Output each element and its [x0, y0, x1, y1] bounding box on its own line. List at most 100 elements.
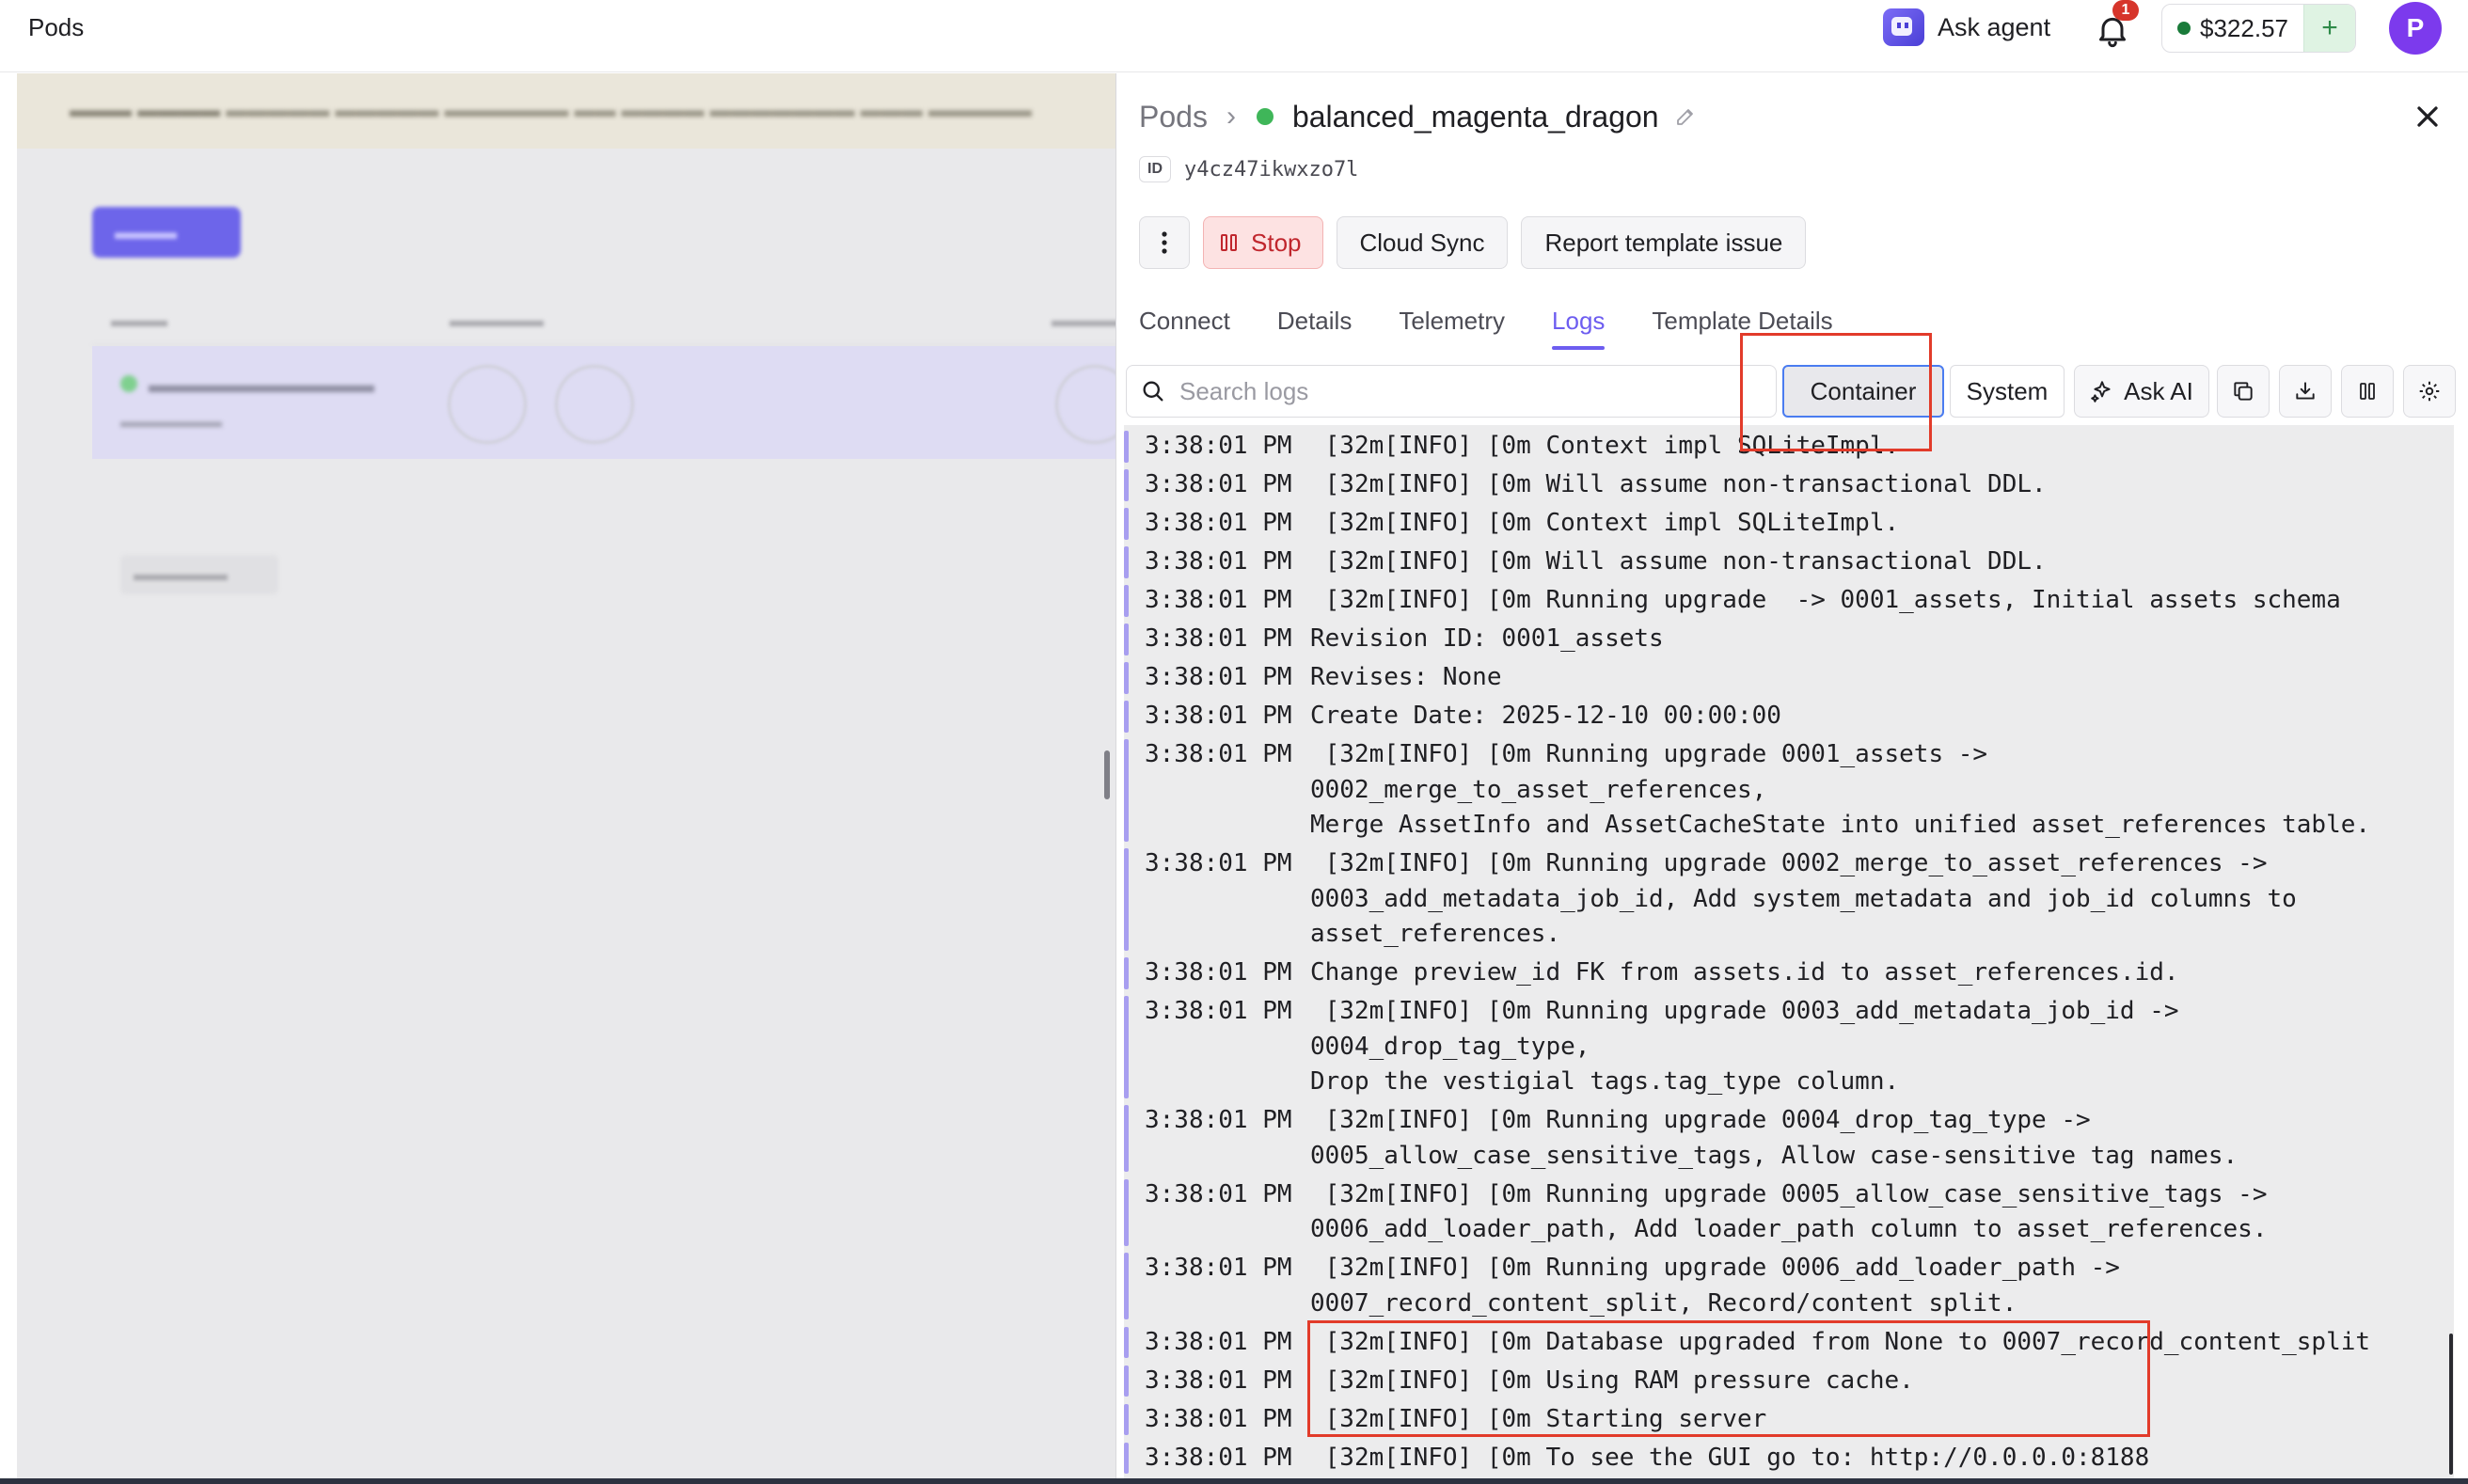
cloud-sync-button[interactable]: Cloud Sync: [1336, 216, 1509, 269]
log-line: 3:38:01 PM Revises: None: [1124, 660, 2441, 696]
user-avatar[interactable]: P: [2389, 2, 2442, 55]
background-table-row: ▬▬▬▬▬▬▬▬▬▬ ▬▬▬▬▬▬: [92, 346, 1115, 459]
tab-details[interactable]: Details: [1277, 299, 1352, 354]
balance-widget[interactable]: $322.57 +: [2161, 4, 2356, 53]
pause-logs-button[interactable]: [2341, 365, 2394, 418]
taskbar-edge: [0, 1478, 2468, 1484]
log-message: [32m[INFO] [0m To see the GUI go to: htt…: [1310, 1443, 2150, 1472]
log-message: [32m[INFO] [0m Running upgrade 0005_allo…: [1310, 1179, 2268, 1244]
log-message: [32m[INFO] [0m Running upgrade 0003_add_…: [1310, 997, 2179, 1096]
log-search-input[interactable]: [1178, 375, 1746, 407]
search-icon: [1143, 381, 1163, 402]
system-logs-toggle[interactable]: System: [1950, 365, 2065, 418]
log-timestamp: 3:38:01 PM: [1145, 1106, 1292, 1134]
background-gauge: [555, 365, 634, 444]
log-settings-button[interactable]: [2403, 365, 2456, 418]
pod-name: balanced_magenta_dragon: [1291, 99, 1659, 134]
log-line: 3:38:01 PM [32m[INFO] [0m Running upgrad…: [1124, 1177, 2441, 1248]
log-line: 3:38:01 PM [32m[INFO] [0m Context impl S…: [1124, 429, 2441, 465]
balance-amount: $322.57: [2200, 13, 2288, 42]
download-icon: [2296, 382, 2315, 400]
balance-status-dot: [2177, 22, 2191, 35]
log-message: [32m[INFO] [0m Database upgraded from No…: [1310, 1327, 2371, 1356]
pod-id-value[interactable]: y4cz47ikwxzo7l: [1184, 158, 1358, 182]
log-line: 3:38:01 PM [32m[INFO] [0m Starting serve…: [1124, 1402, 2441, 1438]
log-line: 3:38:01 PM [32m[INFO] [0m Running upgrad…: [1124, 1103, 2441, 1174]
pencil-icon[interactable]: [1674, 105, 1697, 128]
background-banner: ▬▬▬ ▬▬▬▬ ▬▬▬▬▬ ▬▬▬▬▬ ▬▬▬▬▬▬ ▬▬ ▬▬▬▬ ▬▬▬▬…: [17, 73, 1115, 149]
sparkle-icon: [2091, 381, 2111, 403]
gear-icon: [2419, 381, 2440, 402]
log-line: 3:38:01 PM [32m[INFO] [0m Will assume no…: [1124, 467, 2441, 503]
log-line: 3:38:01 PM Change preview_id FK from asse…: [1124, 955, 2441, 991]
log-message: [32m[INFO] [0m Context impl SQLiteImpl.: [1310, 509, 1900, 537]
log-timestamp: 3:38:01 PM: [1145, 1254, 1292, 1282]
log-message: [32m[INFO] [0m Running upgrade 0004_drop…: [1310, 1106, 2239, 1170]
log-line: 3:38:01 PM [32m[INFO] [0m Context impl S…: [1124, 506, 2441, 542]
log-line: 3:38:01 PM [32m[INFO] [0m Running upgrad…: [1124, 1251, 2441, 1321]
log-message: Change preview_id FK from assets.id to a…: [1310, 958, 2179, 987]
add-funds-button[interactable]: +: [2302, 5, 2355, 52]
log-timestamp: 3:38:01 PM: [1145, 432, 1292, 460]
log-message: [32m[INFO] [0m Running upgrade 0006_add_…: [1310, 1254, 2120, 1318]
background-table-header: ▬▬▬ ▬▬▬▬▬ ▬▬▬▬: [92, 293, 1115, 345]
pod-actions: Stop Cloud Sync Report template issue: [1139, 216, 1807, 269]
scrollbar-thumb[interactable]: [2449, 1334, 2453, 1475]
tab-connect[interactable]: Connect: [1139, 299, 1230, 354]
log-timestamp: 3:38:01 PM: [1145, 663, 1292, 691]
log-message: [32m[INFO] [0m Using RAM pressure cache.: [1310, 1366, 1914, 1395]
pause-icon: [1221, 234, 1237, 251]
breadcrumb: Pods › balanced_magenta_dragon: [1139, 98, 1697, 135]
log-timestamp: 3:38:01 PM: [1145, 702, 1292, 730]
log-timestamp: 3:38:01 PM: [1145, 547, 1292, 576]
background-per-page-select: ▬▬▬▬▬: [120, 555, 278, 594]
tab-logs[interactable]: Logs: [1552, 299, 1606, 354]
log-line: 3:38:01 PM [32m[INFO] [0m Will assume no…: [1124, 545, 2441, 580]
log-timestamp: 3:38:01 PM: [1145, 740, 1292, 768]
copy-icon: [2234, 382, 2253, 401]
chevron-right-icon: ›: [1226, 101, 1236, 132]
report-template-issue-button[interactable]: Report template issue: [1521, 216, 1807, 269]
log-message: Revision ID: 0001_assets: [1310, 624, 1664, 653]
container-logs-toggle[interactable]: Container: [1782, 365, 1944, 418]
columns-icon: [2360, 383, 2375, 400]
tab-template-details[interactable]: Template Details: [1652, 299, 1832, 354]
background-page-overlay[interactable]: ▬▬▬ ▬▬▬▬ ▬▬▬▬▬ ▬▬▬▬▬ ▬▬▬▬▬▬ ▬▬ ▬▬▬▬ ▬▬▬▬…: [17, 73, 1116, 1480]
log-search-box: [1126, 365, 1777, 418]
plus-icon: +: [2321, 12, 2338, 43]
stop-button[interactable]: Stop: [1203, 216, 1323, 269]
copy-logs-button[interactable]: [2217, 365, 2270, 418]
log-timestamp: 3:38:01 PM: [1145, 1327, 1292, 1356]
log-timestamp: 3:38:01 PM: [1145, 1366, 1292, 1395]
log-message: [32m[INFO] [0m Running upgrade 0002_merg…: [1310, 849, 2297, 948]
log-message: Revises: None: [1310, 663, 1502, 691]
log-message: [32m[INFO] [0m Running upgrade -> 0001_a…: [1310, 586, 2341, 614]
download-logs-button[interactable]: [2279, 365, 2332, 418]
background-pod-name: ▬▬▬▬▬▬▬▬▬▬: [120, 372, 374, 399]
kebab-menu-icon: [1162, 231, 1167, 254]
log-timestamp: 3:38:01 PM: [1145, 470, 1292, 498]
breadcrumb-pods-link[interactable]: Pods: [1139, 100, 1208, 134]
log-viewer[interactable]: 3:38:01 PM [32m[INFO] [0m Context impl S…: [1124, 425, 2454, 1480]
more-actions-button[interactable]: [1139, 216, 1190, 269]
close-icon[interactable]: [2411, 100, 2444, 134]
log-line: 3:38:01 PM [32m[INFO] [0m Running upgrad…: [1124, 737, 2441, 844]
ask-ai-button[interactable]: Ask AI: [2074, 365, 2209, 418]
tab-telemetry[interactable]: Telemetry: [1399, 299, 1505, 354]
log-timestamp: 3:38:01 PM: [1145, 1179, 1292, 1208]
id-tag: ID: [1139, 156, 1171, 182]
log-message: [32m[INFO] [0m Context impl SQLiteImpl.: [1310, 432, 1900, 460]
log-timestamp: 3:38:01 PM: [1145, 849, 1292, 877]
panel-resize-handle[interactable]: [1104, 750, 1110, 799]
log-timestamp: 3:38:01 PM: [1145, 997, 1292, 1025]
log-message: [32m[INFO] [0m Will assume non-transacti…: [1310, 547, 2047, 576]
log-line: 3:38:01 PM Create Date: 2025-12-10 00:00:…: [1124, 699, 2441, 734]
background-pod-id: ▬▬▬▬▬▬: [120, 412, 222, 431]
background-gauge: [1055, 365, 1115, 444]
log-line: 3:38:01 PM [32m[INFO] [0m Using RAM pres…: [1124, 1364, 2441, 1399]
logs-toolbar: Container System Ask AI: [1126, 365, 2468, 425]
pod-status-dot: [1256, 108, 1274, 125]
log-timestamp: 3:38:01 PM: [1145, 509, 1292, 537]
ask-agent-button[interactable]: Ask agent: [1883, 8, 2050, 47]
log-line: 3:38:01 PM [32m[INFO] [0m Database upgra…: [1124, 1325, 2441, 1361]
